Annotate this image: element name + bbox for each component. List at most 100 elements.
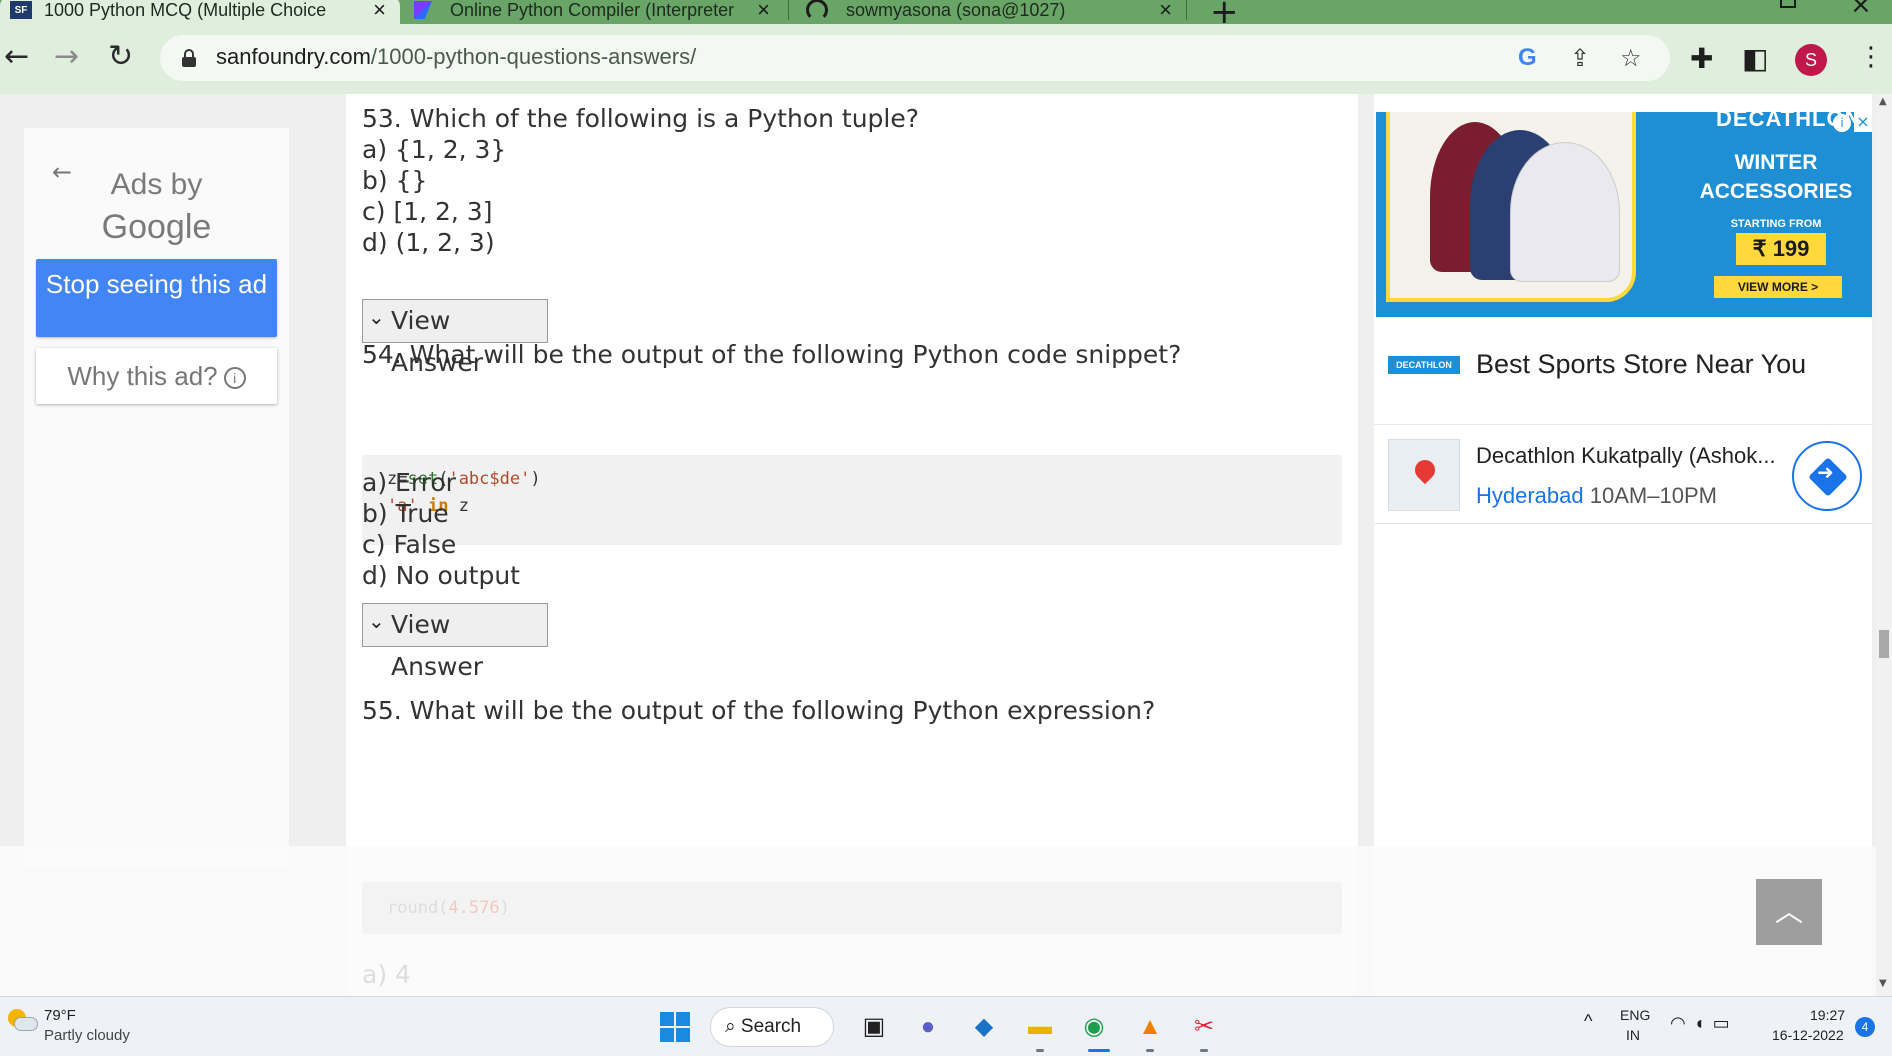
url-text[interactable]: sanfoundry.com/1000-python-questions-ans… xyxy=(216,44,696,70)
directions-arrow-icon: ➜ xyxy=(1817,460,1834,484)
input-language[interactable]: ENG xyxy=(1620,1007,1650,1023)
banner-starting-from: STARTING FROM xyxy=(1730,218,1822,230)
vscode-icon[interactable]: ◆ xyxy=(968,1011,1000,1043)
back-arrow-icon[interactable]: ← xyxy=(4,42,29,72)
question-53: 53. Which of the following is a Python t… xyxy=(362,104,920,133)
google-lens-icon[interactable]: G xyxy=(1518,44,1537,72)
beanie-product-image xyxy=(1386,112,1636,302)
tab-sanfoundry[interactable]: SF 1000 Python MCQ (Multiple Choice × xyxy=(0,0,400,24)
code-function: round( xyxy=(387,898,449,918)
map-thumbnail xyxy=(1388,439,1460,511)
ad-title[interactable]: Best Sports Store Near You xyxy=(1476,349,1806,380)
code-paren: ) xyxy=(530,469,541,489)
option-d: d) No output xyxy=(362,561,520,590)
google-wordmark: Google xyxy=(101,208,212,246)
page-scrollbar[interactable]: ▲ ▼ xyxy=(1876,94,1892,996)
programiz-favicon-icon xyxy=(414,1,432,19)
scroll-down-arrow-icon[interactable]: ▼ xyxy=(1879,978,1887,989)
share-icon[interactable]: ⇪ xyxy=(1570,44,1590,72)
why-this-ad-button[interactable]: Why this ad? i xyxy=(36,348,277,404)
code-number: 4.576 xyxy=(448,898,500,918)
stop-seeing-ad-button[interactable]: Stop seeing this ad xyxy=(36,259,277,337)
tab-title: 1000 Python MCQ (Multiple Choice xyxy=(44,0,327,20)
tab-github[interactable]: sowmyasona (sona@1027) × xyxy=(796,0,1186,24)
bookmark-star-icon[interactable]: ☆ xyxy=(1620,44,1642,72)
chevron-up-icon: ︿ xyxy=(1774,895,1803,928)
weather-condition[interactable]: Partly cloudy xyxy=(44,1027,130,1044)
option-a: a) Error xyxy=(362,468,456,497)
store-card[interactable]: Decathlon Kukatpally (Ashok... Hyderabad… xyxy=(1374,424,1872,524)
scroll-to-top-button[interactable]: ︿ xyxy=(1756,879,1822,945)
file-explorer-icon[interactable]: ▬ xyxy=(1024,1011,1056,1043)
lock-icon[interactable] xyxy=(182,49,196,67)
windows-taskbar: 79°F Partly cloudy ⌕ Search ▣ ● ◆ ▬ ◉ ▲ … xyxy=(0,996,1892,1056)
input-region[interactable]: IN xyxy=(1626,1027,1640,1043)
menu-kebab-icon[interactable]: ⋮ xyxy=(1858,42,1884,72)
browser-toolbar: ← → ↻ sanfoundry.com/1000-python-questio… xyxy=(0,24,1892,94)
chevron-down-icon: ⌄ xyxy=(368,609,385,633)
extensions-puzzle-icon[interactable]: ✚ xyxy=(1690,42,1713,75)
forward-arrow-icon[interactable]: → xyxy=(54,42,79,72)
battery-icon[interactable]: ▭ xyxy=(1713,1013,1738,1033)
restore-window-icon[interactable] xyxy=(1780,0,1796,8)
chrome-icon[interactable]: ◉ xyxy=(1078,1011,1110,1043)
clock-time[interactable]: 19:27 xyxy=(1810,1007,1845,1023)
option-a: a) {1, 2, 3} xyxy=(362,135,507,164)
option-c: c) [1, 2, 3] xyxy=(362,197,493,226)
teams-chat-icon[interactable]: ● xyxy=(912,1011,944,1043)
tab-title: sowmyasona (sona@1027) xyxy=(846,0,1066,20)
weather-partly-cloudy-icon[interactable] xyxy=(6,1009,38,1033)
directions-button[interactable]: ➜ xyxy=(1792,441,1862,511)
wifi-icon[interactable]: ◠ xyxy=(1670,1013,1694,1033)
tab-programiz[interactable]: Online Python Compiler (Interpreter × xyxy=(404,0,784,24)
tab-separator xyxy=(788,0,789,20)
code-block: z=set('abc$de') 'a' in z xyxy=(362,455,1342,545)
close-window-icon[interactable]: × xyxy=(1850,0,1872,20)
option-d: d) (1, 2, 3) xyxy=(362,228,495,257)
notification-badge[interactable]: 4 xyxy=(1855,1017,1875,1037)
side-panel-icon[interactable]: ◧ xyxy=(1742,42,1768,75)
why-this-ad-label: Why this ad? xyxy=(67,361,218,391)
view-answer-label: View Answer xyxy=(391,610,484,681)
reload-icon[interactable]: ↻ xyxy=(108,42,133,72)
view-answer-button[interactable]: ⌄ View Answer xyxy=(362,603,548,681)
system-tray-icons[interactable]: ◠◖▭ xyxy=(1670,1013,1738,1034)
volume-icon[interactable]: ◖ xyxy=(1694,1013,1713,1033)
show-hidden-icons-icon[interactable]: ^ xyxy=(1584,1011,1592,1032)
snipping-tool-icon[interactable]: ✂ xyxy=(1188,1011,1220,1043)
code-paren: ) xyxy=(499,898,510,918)
banner-view-more-button[interactable]: VIEW MORE > xyxy=(1714,276,1842,298)
active-indicator xyxy=(1088,1049,1110,1052)
tab-close-icon[interactable]: × xyxy=(373,0,386,24)
weather-temperature[interactable]: 79°F xyxy=(44,1007,76,1024)
faded-code-block: round(4.576) xyxy=(362,882,1342,934)
taskbar-search[interactable]: ⌕ Search xyxy=(710,1007,834,1047)
sanfoundry-favicon-icon: SF xyxy=(10,1,32,19)
store-hours: 10AM–10PM xyxy=(1589,483,1717,508)
code-var: z xyxy=(458,496,469,516)
view-answer-button[interactable]: ⌄ View Answer xyxy=(362,299,548,377)
scrollbar-thumb[interactable] xyxy=(1879,630,1889,658)
running-indicator xyxy=(1036,1049,1044,1052)
ad-close-icon[interactable]: × xyxy=(1854,112,1872,132)
adchoices-info-icon[interactable]: i xyxy=(1833,114,1851,132)
question-54: 54. What will be the output of the follo… xyxy=(362,340,1182,369)
tab-separator xyxy=(1186,0,1187,20)
task-view-icon[interactable]: ▣ xyxy=(858,1011,890,1043)
store-location: Hyderabad 10AM–10PM xyxy=(1476,483,1717,509)
web-page: ← Ads by Google Stop seeing this ad Why … xyxy=(0,94,1876,996)
url-path: /1000-python-questions-answers/ xyxy=(370,44,697,69)
windows-start-icon[interactable] xyxy=(660,1012,690,1042)
address-bar[interactable]: sanfoundry.com/1000-python-questions-ans… xyxy=(160,35,1670,81)
chevron-down-icon: ⌄ xyxy=(368,305,385,329)
tab-close-icon[interactable]: × xyxy=(1159,0,1172,24)
tab-close-icon[interactable]: × xyxy=(757,0,770,24)
faded-option-a: a) 4 xyxy=(362,960,411,989)
vlc-icon[interactable]: ▲ xyxy=(1134,1011,1166,1043)
clock-date[interactable]: 16-12-2022 xyxy=(1772,1027,1844,1043)
decathlon-banner-ad[interactable]: DECATHLON i × WINTER ACCESSORIES STARTIN… xyxy=(1376,112,1872,317)
scroll-up-arrow-icon[interactable]: ▲ xyxy=(1879,96,1887,107)
code-string: 'abc$de' xyxy=(448,469,531,489)
left-ad-panel: ← Ads by Google Stop seeing this ad Why … xyxy=(24,128,289,868)
profile-avatar[interactable]: S xyxy=(1795,44,1827,76)
